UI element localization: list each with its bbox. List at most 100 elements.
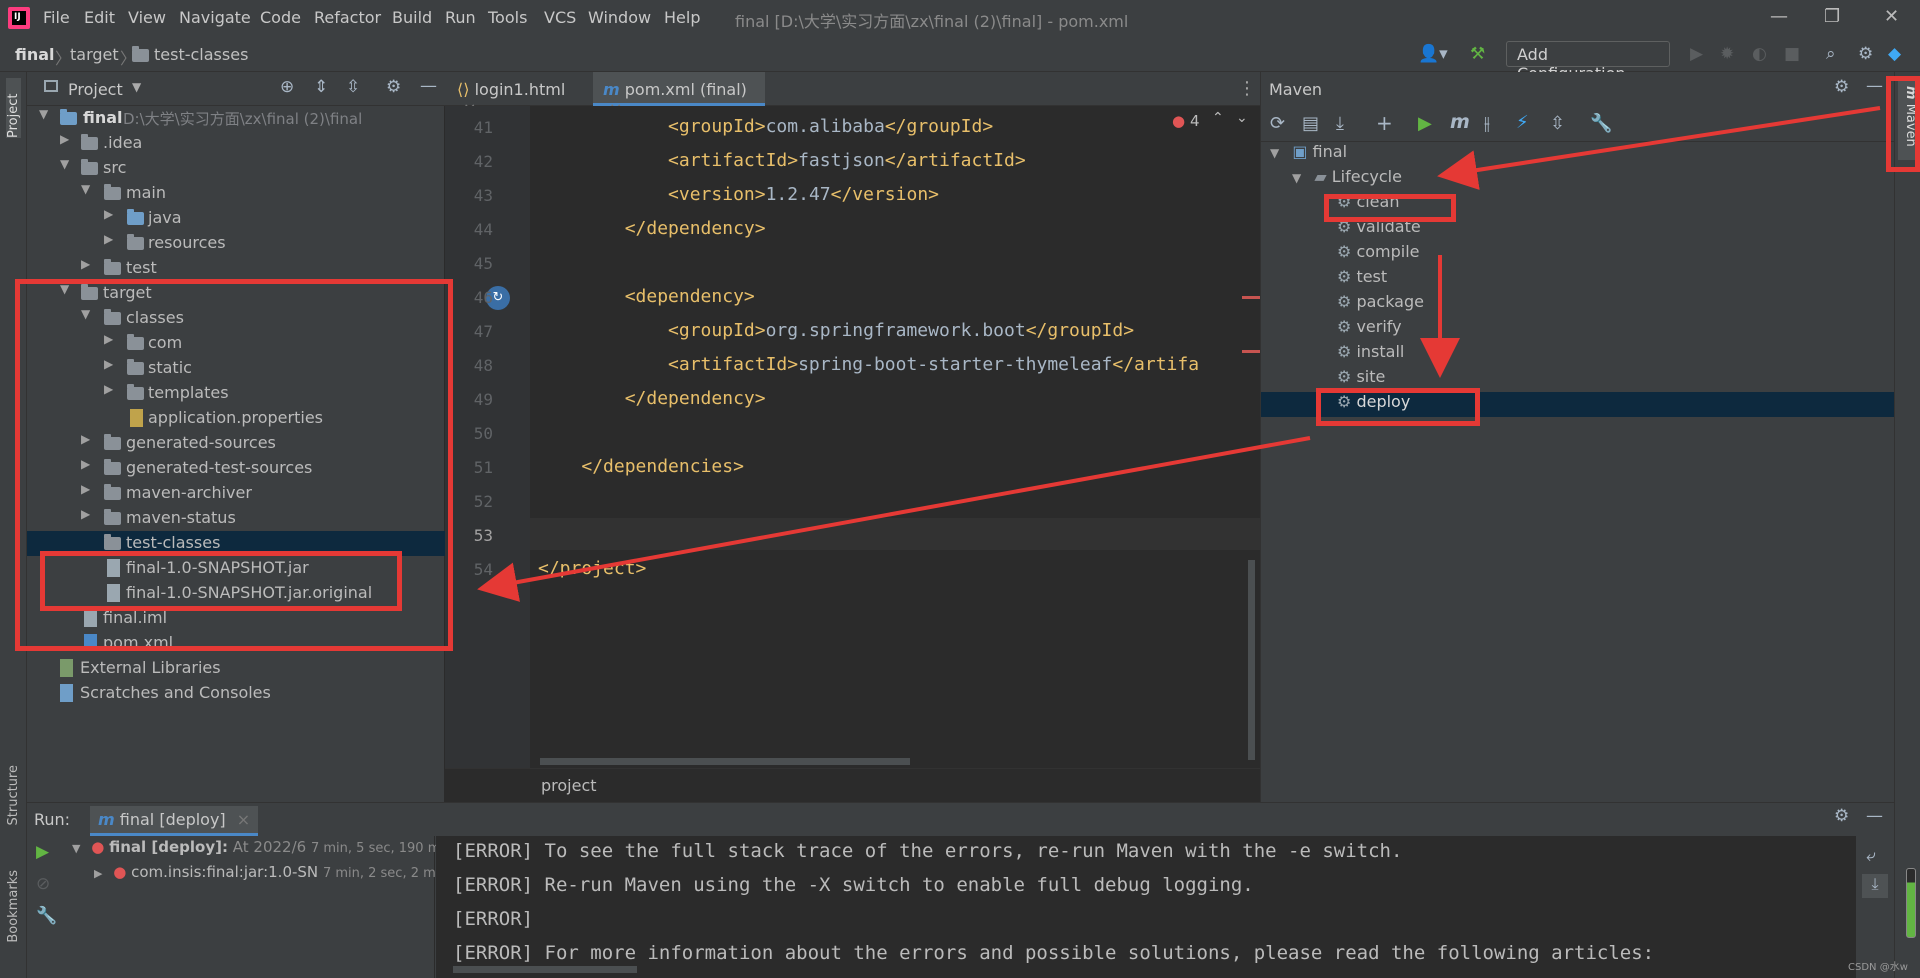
error-stripe-mark[interactable] bbox=[1242, 350, 1260, 353]
restore-icon[interactable]: ❐ bbox=[1824, 6, 1840, 27]
debug-icon[interactable]: ✹ bbox=[1720, 44, 1734, 64]
reload-icon[interactable]: ⟳ bbox=[1270, 113, 1285, 134]
run-maven-icon[interactable]: ▶ bbox=[1418, 113, 1432, 134]
run-settings-icon[interactable]: ⚙ bbox=[1834, 806, 1849, 826]
memory-indicator[interactable] bbox=[1906, 868, 1916, 938]
run-icon[interactable]: ▶ bbox=[1690, 44, 1703, 64]
menu-edit[interactable]: Edit bbox=[84, 8, 115, 27]
menu-navigate[interactable]: Navigate bbox=[179, 8, 251, 27]
console-scrollbar[interactable] bbox=[453, 966, 637, 973]
tree-item-scratches[interactable]: Scratches and Consoles bbox=[27, 681, 445, 706]
hide-panel-icon[interactable]: — bbox=[420, 76, 437, 96]
project-settings-icon[interactable]: ⚙ bbox=[386, 77, 401, 97]
stop-run-icon[interactable]: ⊘ bbox=[36, 874, 50, 894]
prev-error-icon[interactable]: ⌃ bbox=[1212, 110, 1224, 126]
settings-gear-icon[interactable]: ⚙ bbox=[1858, 44, 1873, 64]
maven-root[interactable]: ▼ ▣ final bbox=[1270, 142, 1347, 167]
minimize-icon[interactable]: — bbox=[1770, 6, 1788, 27]
chevron-down-icon[interactable]: ▼ bbox=[72, 842, 80, 855]
error-icon[interactable]: ● bbox=[1172, 112, 1185, 130]
menu-tools[interactable]: Tools bbox=[488, 8, 527, 27]
breadcrumb-test-classes[interactable]: test-classes bbox=[154, 45, 248, 64]
structure-tool-tab[interactable]: Structure bbox=[6, 765, 21, 825]
toggle-offline-icon[interactable]: ⫲ bbox=[1484, 113, 1490, 134]
tree-item-src[interactable]: ▼ src bbox=[27, 156, 445, 181]
maven-phase-verify[interactable]: ⚙ verify bbox=[1337, 317, 1402, 342]
close-tab-icon[interactable]: × bbox=[237, 810, 250, 829]
chevron-right-icon[interactable]: ▶ bbox=[60, 132, 69, 146]
chevron-right-icon[interactable]: ▶ bbox=[94, 867, 102, 880]
editor-vertical-scrollbar[interactable] bbox=[1248, 560, 1255, 760]
chevron-down-icon[interactable]: ▼ bbox=[39, 107, 48, 121]
chevron-right-icon[interactable]: ▶ bbox=[104, 232, 113, 246]
chevron-down-icon[interactable]: ▼ bbox=[1270, 146, 1279, 160]
tab-login1-html[interactable]: ⟨⟩ login1.html × bbox=[447, 72, 593, 118]
maven-phase-compile[interactable]: ⚙ compile bbox=[1337, 242, 1420, 267]
code-editor[interactable] bbox=[530, 106, 1260, 768]
tree-item-java[interactable]: ▶ java bbox=[27, 206, 445, 231]
close-window-icon[interactable]: ✕ bbox=[1884, 6, 1899, 27]
next-error-icon[interactable]: ⌄ bbox=[1236, 110, 1248, 126]
maven-settings-icon[interactable]: ⚙ bbox=[1834, 77, 1849, 97]
chevron-down-icon[interactable]: ▼ bbox=[60, 157, 69, 171]
menu-file[interactable]: File bbox=[43, 8, 70, 27]
add-maven-project-icon[interactable]: ▤ bbox=[1302, 113, 1319, 134]
scroll-to-end-icon[interactable]: ⤓ bbox=[1862, 874, 1888, 898]
maven-phase-package[interactable]: ⚙ package bbox=[1337, 292, 1424, 317]
tab-options-icon[interactable]: ⋮ bbox=[1238, 78, 1256, 99]
chevron-down-icon[interactable]: ▼ bbox=[81, 182, 90, 196]
add-configuration-button[interactable]: Add Configuration... bbox=[1506, 41, 1670, 83]
user-icon[interactable]: 👤▾ bbox=[1418, 44, 1448, 64]
skip-tests-icon[interactable]: ⚡ bbox=[1516, 112, 1529, 133]
execute-goal-icon[interactable]: m bbox=[1450, 111, 1470, 133]
bookmarks-tool-tab[interactable]: Bookmarks bbox=[6, 870, 21, 943]
add-icon[interactable]: + bbox=[1376, 111, 1393, 135]
run-tree-item-deploy[interactable]: ▼ ● final [deploy]: At 2022/6 7 min, 5 s… bbox=[72, 838, 447, 856]
collapse-all-icon[interactable]: ⇳ bbox=[346, 77, 360, 97]
tree-item-test[interactable]: ▶ test bbox=[27, 256, 445, 281]
menu-build[interactable]: Build bbox=[392, 8, 432, 27]
maven-hide-icon[interactable]: — bbox=[1866, 76, 1883, 96]
project-panel-title[interactable]: Project bbox=[68, 80, 123, 99]
stop-icon[interactable]: ■ bbox=[1784, 44, 1800, 64]
menu-window[interactable]: Window bbox=[588, 8, 651, 27]
error-stripe-mark[interactable] bbox=[1242, 296, 1260, 299]
menu-refactor[interactable]: Refactor bbox=[314, 8, 381, 27]
tree-item-main[interactable]: ▼ main bbox=[27, 181, 445, 206]
tab-pom-xml[interactable]: m pom.xml (final) × bbox=[593, 72, 765, 118]
run-tab-final-deploy[interactable]: m final [deploy] × bbox=[90, 806, 259, 836]
menu-code[interactable]: Code bbox=[260, 8, 301, 27]
expand-all-icon[interactable]: ⇕ bbox=[314, 77, 328, 97]
breadcrumb-target[interactable]: target bbox=[70, 45, 119, 64]
maven-lifecycle[interactable]: ▼ ▰ Lifecycle bbox=[1292, 167, 1402, 192]
locate-icon[interactable]: ⊕ bbox=[280, 77, 294, 97]
rerun-icon[interactable]: ▶ bbox=[36, 842, 49, 862]
toolbox-icon[interactable]: ◆ bbox=[1888, 44, 1901, 64]
collapse-all-icon[interactable]: ⇳ bbox=[1550, 113, 1565, 134]
menu-vcs[interactable]: VCS bbox=[544, 8, 576, 27]
tree-root[interactable]: ▼ final D:\大学\实习方面\zx\final (2)\final bbox=[27, 106, 445, 131]
soft-wrap-icon[interactable]: ⤶ bbox=[1866, 846, 1876, 866]
chevron-right-icon[interactable]: ▶ bbox=[104, 207, 113, 221]
maven-wrench-icon[interactable]: 🔧 bbox=[1590, 113, 1612, 134]
menu-view[interactable]: View bbox=[128, 8, 166, 27]
maven-phase-test[interactable]: ⚙ test bbox=[1337, 267, 1387, 292]
run-hide-icon[interactable]: — bbox=[1866, 806, 1883, 826]
run-tree-item-jar[interactable]: ▶ ● com.insis:final:jar:1.0-SN 7 min, 2 … bbox=[94, 863, 443, 881]
project-tool-tab[interactable]: Project bbox=[6, 78, 21, 138]
tree-item-external-libraries[interactable]: External Libraries bbox=[27, 656, 445, 681]
coverage-icon[interactable]: ◐ bbox=[1752, 44, 1767, 64]
editor-breadcrumb[interactable]: project bbox=[541, 776, 597, 795]
menu-help[interactable]: Help bbox=[664, 8, 700, 27]
tree-item-resources[interactable]: ▶ resources bbox=[27, 231, 445, 256]
project-view-dropdown-icon[interactable]: ▼ bbox=[132, 80, 141, 94]
chevron-down-icon[interactable]: ▼ bbox=[1292, 171, 1301, 185]
chevron-right-icon[interactable]: ▶ bbox=[81, 257, 90, 271]
search-icon[interactable]: ⌕ bbox=[1826, 44, 1836, 64]
build-hammer-icon[interactable]: ⚒ bbox=[1470, 44, 1485, 64]
run-wrench-icon[interactable]: 🔧 bbox=[36, 906, 57, 926]
maven-phase-install[interactable]: ⚙ install bbox=[1337, 342, 1404, 367]
menu-run[interactable]: Run bbox=[445, 8, 476, 27]
editor-horizontal-scrollbar[interactable] bbox=[540, 758, 910, 765]
breadcrumb-root[interactable]: final bbox=[15, 45, 55, 64]
